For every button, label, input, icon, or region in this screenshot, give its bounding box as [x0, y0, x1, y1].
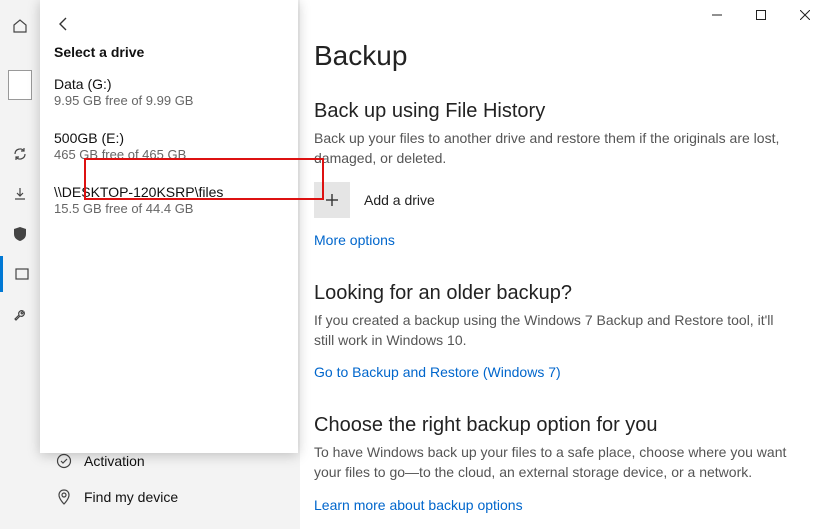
drive-name: Data (G:)	[54, 76, 284, 92]
backup-tab-icon[interactable]	[0, 256, 40, 292]
sidebar-item-find-device[interactable]: Find my device	[56, 479, 284, 515]
flyout-title: Select a drive	[40, 44, 298, 70]
minimize-button[interactable]	[695, 0, 739, 30]
back-button[interactable]	[50, 10, 78, 38]
section-file-history: Back up using File History Back up your …	[314, 100, 799, 248]
section-choose-option: Choose the right backup option for you T…	[314, 414, 799, 512]
section-title: Looking for an older backup?	[314, 282, 799, 305]
add-drive-button[interactable]	[314, 182, 350, 218]
nav-rail	[0, 0, 40, 529]
drive-name: \\DESKTOP-120KSRP\files	[54, 184, 284, 200]
drive-name: 500GB (E:)	[54, 130, 284, 146]
drive-item[interactable]: \\DESKTOP-120KSRP\files 15.5 GB free of …	[40, 178, 298, 222]
section-desc: If you created a backup using the Window…	[314, 311, 794, 350]
sidebar-item-label: Activation	[84, 453, 145, 469]
plus-icon	[324, 192, 340, 208]
learn-backup-link[interactable]: Learn more about backup options	[314, 497, 799, 513]
sidebar-item-label: Find my device	[84, 489, 178, 505]
location-icon	[56, 489, 72, 505]
check-circle-icon	[56, 453, 72, 469]
select-drive-flyout: Select a drive Data (G:) 9.95 GB free of…	[40, 0, 298, 453]
arrow-left-icon	[56, 16, 72, 32]
main-content: Backup Back up using File History Back u…	[300, 0, 827, 529]
titlebar	[695, 0, 827, 30]
drive-item[interactable]: Data (G:) 9.95 GB free of 9.99 GB	[40, 70, 298, 114]
more-options-link[interactable]: More options	[314, 232, 799, 248]
add-drive-label: Add a drive	[364, 192, 435, 208]
troubleshoot-icon[interactable]	[0, 296, 40, 332]
section-title: Back up using File History	[314, 100, 799, 123]
section-desc: To have Windows back up your files to a …	[314, 443, 794, 482]
page-title: Backup	[314, 40, 799, 72]
section-title: Choose the right backup option for you	[314, 414, 799, 437]
maximize-button[interactable]	[739, 0, 783, 30]
drive-free-space: 15.5 GB free of 44.4 GB	[54, 201, 284, 216]
backup-restore-link[interactable]: Go to Backup and Restore (Windows 7)	[314, 364, 799, 380]
drive-free-space: 9.95 GB free of 9.99 GB	[54, 93, 284, 108]
drive-free-space: 465 GB free of 465 GB	[54, 147, 284, 162]
close-button[interactable]	[783, 0, 827, 30]
shield-icon[interactable]	[0, 216, 40, 252]
save-icon[interactable]	[0, 176, 40, 212]
section-desc: Back up your files to another drive and …	[314, 129, 794, 168]
home-icon[interactable]	[0, 8, 40, 44]
add-drive-row: Add a drive	[314, 182, 799, 218]
section-older-backup: Looking for an older backup? If you crea…	[314, 282, 799, 380]
sync-icon[interactable]	[0, 136, 40, 172]
drive-item[interactable]: 500GB (E:) 465 GB free of 465 GB	[40, 124, 298, 168]
